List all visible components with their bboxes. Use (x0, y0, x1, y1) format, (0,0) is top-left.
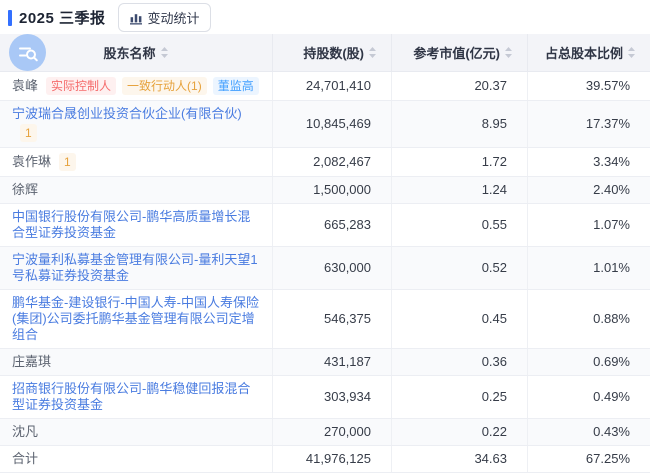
shareholder-name: 庄嘉琪 (12, 354, 51, 370)
table-row: 中国银行股份有限公司-鹏华高质量增长混合型证券投资基金 665,283 0.55… (0, 204, 650, 247)
table-row: 庄嘉琪 431,187 0.36 0.69% (0, 349, 650, 376)
shareholder-tags: 实际控制人一致行动人(1) 董监高 (46, 77, 259, 95)
shareholder-name: 袁作琳 (12, 154, 51, 170)
table-row: 宁波瑞合晟创业投资合伙企业(有限合伙) 1 10,845,469 8.95 17… (0, 101, 650, 148)
market-value-cell: 0.25 (392, 376, 528, 418)
market-value-cell: 0.45 (392, 290, 528, 348)
shareholder-tags: 1 (59, 153, 76, 171)
shares-held-cell: 1,500,000 (273, 177, 392, 203)
shareholder-tag: 董监高 (213, 77, 259, 95)
table-search-filter-button[interactable] (9, 34, 46, 71)
shareholder-name-cell: 鹏华基金-建设银行-中国人寿-中国人寿保险(集团)公司委托鹏华基金管理有限公司定… (0, 290, 273, 348)
page-title: 2025 三季报 (19, 7, 106, 28)
market-value-cell: 8.95 (392, 101, 528, 147)
shareholder-name-cell: 宁波量利私募基金管理有限公司-量利天望1号私募证券投资基金 (0, 247, 273, 289)
shareholder-name-cell: 徐辉 (0, 177, 273, 203)
shareholder-name: 徐辉 (12, 182, 38, 198)
shareholder-table: 股东名称 持股数(股) 参考市值(亿元) 占总股本比例 (0, 34, 650, 473)
share-ratio-cell: 2.40% (528, 177, 650, 203)
report-header: 2025 三季报 变动统计 (0, 0, 650, 34)
table-row: 徐辉 1,500,000 1.24 2.40% (0, 177, 650, 204)
shares-held-cell: 630,000 (273, 247, 392, 289)
market-value-cell: 1.24 (392, 177, 528, 203)
share-ratio-cell: 3.34% (528, 148, 650, 176)
market-value-cell: 1.72 (392, 148, 528, 176)
market-value-cell: 0.22 (392, 419, 528, 445)
column-header-market-value[interactable]: 参考市值(亿元) (392, 34, 528, 71)
market-value-cell: 0.52 (392, 247, 528, 289)
table-row: 鹏华基金-建设银行-中国人寿-中国人寿保险(集团)公司委托鹏华基金管理有限公司定… (0, 290, 650, 349)
shareholder-name-cell: 庄嘉琪 (0, 349, 273, 375)
change-statistics-button[interactable]: 变动统计 (118, 3, 211, 32)
shareholder-tag: 一致行动人(1) (122, 77, 207, 95)
table-row: 宁波量利私募基金管理有限公司-量利天望1号私募证券投资基金 630,000 0.… (0, 247, 650, 290)
shares-held-cell: 41,976,125 (273, 446, 392, 472)
sort-caret-icon[interactable] (368, 47, 377, 58)
shareholder-name-cell: 沈凡 (0, 419, 273, 445)
table-body: 袁峰 实际控制人一致行动人(1) 董监高 24,701,410 20.37 39.… (0, 72, 650, 473)
shares-held-cell: 665,283 (273, 204, 392, 246)
shareholder-name-cell: 招商银行股份有限公司-鹏华稳健回报混合型证券投资基金 (0, 376, 273, 418)
shares-held-cell: 546,375 (273, 290, 392, 348)
sort-caret-icon[interactable] (160, 47, 169, 58)
shareholder-tag: 1 (20, 124, 37, 142)
column-header-shares-held[interactable]: 持股数(股) (273, 34, 392, 71)
shares-held-cell: 2,082,467 (273, 148, 392, 176)
change-statistics-label: 变动统计 (148, 8, 200, 27)
table-row: 袁作琳 1 2,082,467 1.72 3.34% (0, 148, 650, 177)
shareholder-name-cell: 合计 (0, 446, 273, 472)
shareholder-name[interactable]: 招商银行股份有限公司-鹏华稳健回报混合型证券投资基金 (12, 381, 262, 413)
table-row: 沈凡 270,000 0.22 0.43% (0, 419, 650, 446)
bar-chart-icon (129, 11, 143, 25)
shareholder-name-cell: 袁峰 实际控制人一致行动人(1) 董监高 (0, 72, 273, 100)
share-ratio-cell: 0.88% (528, 290, 650, 348)
sort-caret-icon[interactable] (627, 47, 636, 58)
shares-held-cell: 303,934 (273, 376, 392, 418)
column-header-share-ratio[interactable]: 占总股本比例 (528, 34, 650, 71)
shares-held-cell: 431,187 (273, 349, 392, 375)
shareholder-name[interactable]: 鹏华基金-建设银行-中国人寿-中国人寿保险(集团)公司委托鹏华基金管理有限公司定… (12, 295, 262, 343)
market-value-cell: 20.37 (392, 72, 528, 100)
share-ratio-cell: 39.57% (528, 72, 650, 100)
shareholder-tag: 1 (59, 153, 76, 171)
market-value-cell: 0.36 (392, 349, 528, 375)
title-accent-bar (8, 10, 12, 26)
shareholder-name[interactable]: 宁波量利私募基金管理有限公司-量利天望1号私募证券投资基金 (12, 252, 262, 284)
sort-caret-icon[interactable] (504, 47, 513, 58)
shareholder-tag: 实际控制人 (46, 77, 116, 95)
share-ratio-cell: 0.49% (528, 376, 650, 418)
shareholder-name: 袁峰 (12, 78, 38, 94)
shareholder-name-cell: 宁波瑞合晟创业投资合伙企业(有限合伙) 1 (0, 101, 273, 147)
market-value-cell: 34.63 (392, 446, 528, 472)
shareholder-report-panel: 2025 三季报 变动统计 股东名称 持股数(股) (0, 0, 650, 451)
shares-held-cell: 270,000 (273, 419, 392, 445)
shareholder-tags: 1 (20, 124, 37, 142)
shareholder-name[interactable]: 宁波瑞合晟创业投资合伙企业(有限合伙) (12, 106, 242, 122)
share-ratio-cell: 1.07% (528, 204, 650, 246)
share-ratio-cell: 1.01% (528, 247, 650, 289)
shareholder-name-cell: 中国银行股份有限公司-鹏华高质量增长混合型证券投资基金 (0, 204, 273, 246)
share-ratio-cell: 0.43% (528, 419, 650, 445)
shareholder-name[interactable]: 中国银行股份有限公司-鹏华高质量增长混合型证券投资基金 (12, 209, 262, 241)
table-row: 合计 41,976,125 34.63 67.25% (0, 446, 650, 473)
table-row: 招商银行股份有限公司-鹏华稳健回报混合型证券投资基金 303,934 0.25 … (0, 376, 650, 419)
shareholder-name: 合计 (12, 451, 38, 467)
shareholder-name: 沈凡 (12, 424, 38, 440)
table-header-row: 股东名称 持股数(股) 参考市值(亿元) 占总股本比例 (0, 34, 650, 72)
market-value-cell: 0.55 (392, 204, 528, 246)
share-ratio-cell: 0.69% (528, 349, 650, 375)
share-ratio-cell: 67.25% (528, 446, 650, 472)
shares-held-cell: 24,701,410 (273, 72, 392, 100)
shares-held-cell: 10,845,469 (273, 101, 392, 147)
shareholder-name-cell: 袁作琳 1 (0, 148, 273, 176)
share-ratio-cell: 17.37% (528, 101, 650, 147)
table-row: 袁峰 实际控制人一致行动人(1) 董监高 24,701,410 20.37 39.… (0, 72, 650, 101)
